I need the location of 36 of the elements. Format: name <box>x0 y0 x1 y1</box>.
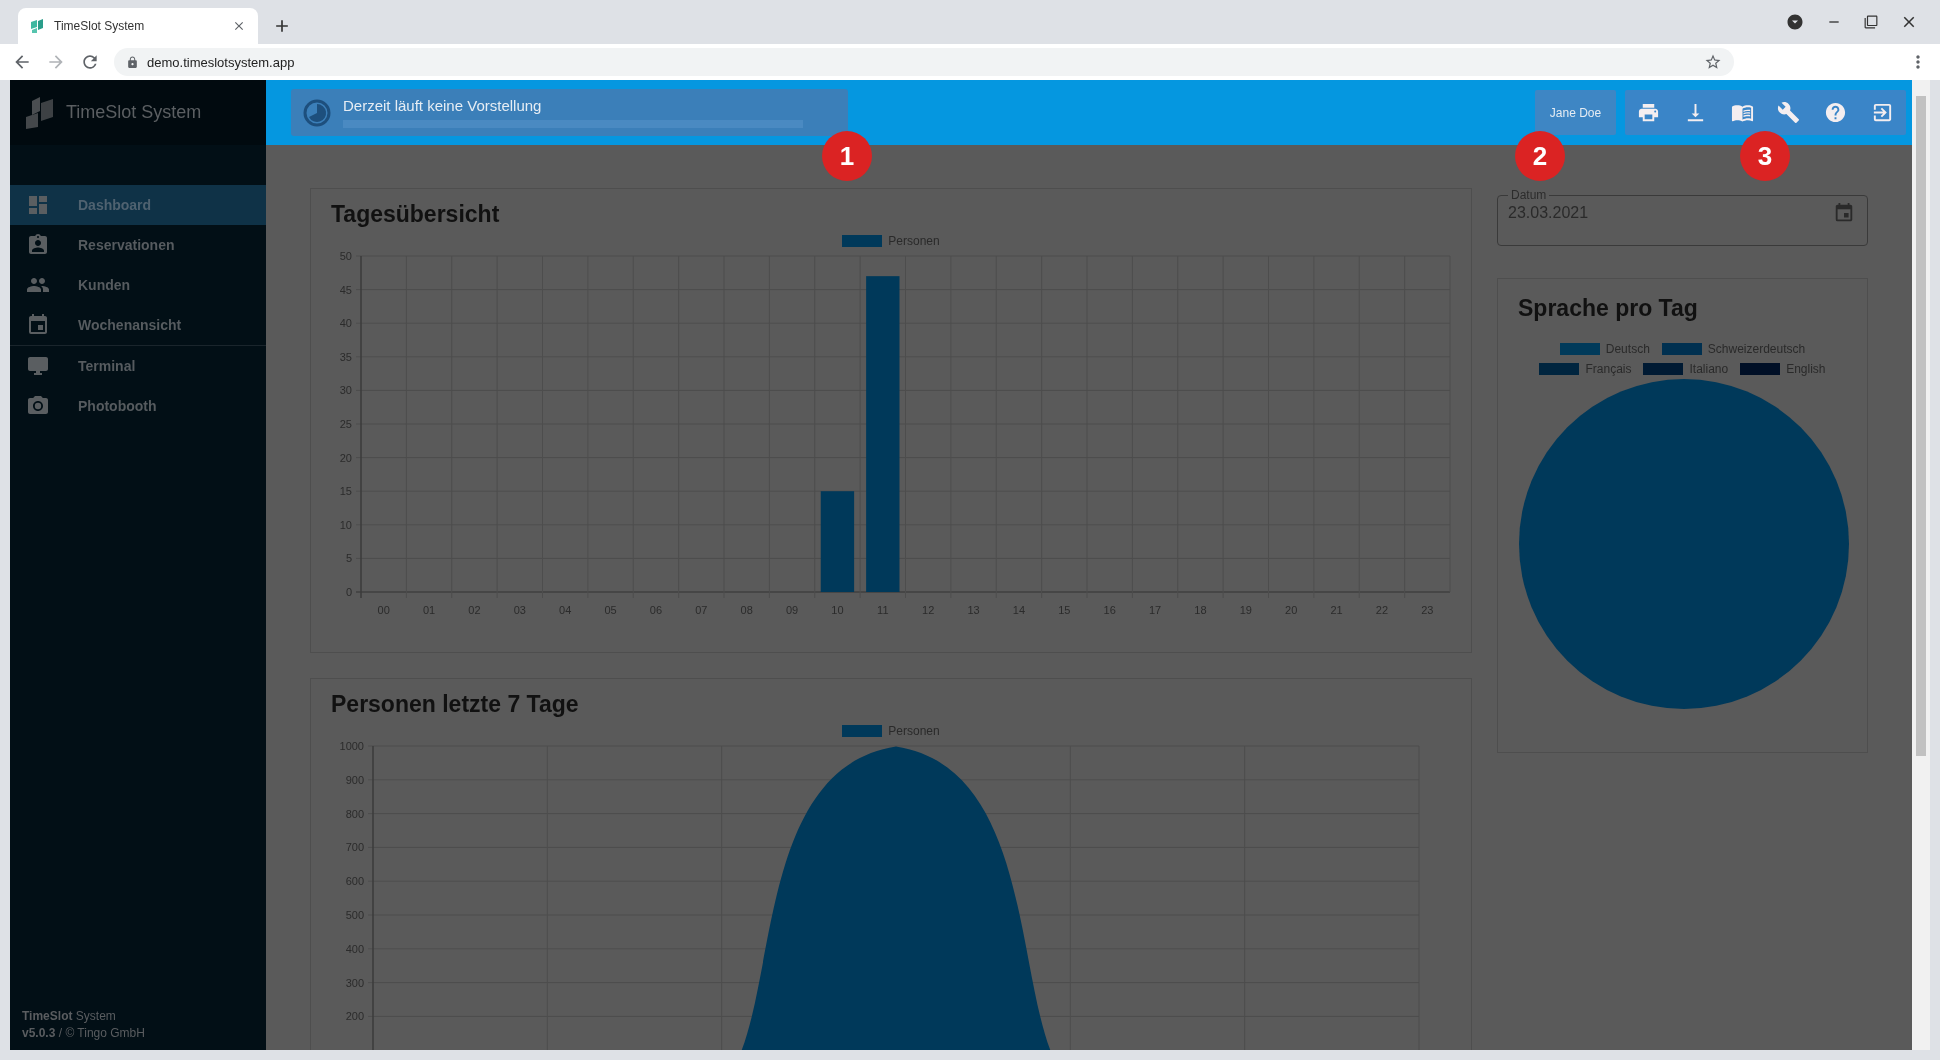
nav-item[interactable]: Kunden <box>10 265 266 305</box>
nav-icon <box>26 354 50 378</box>
card-title: Personen letzte 7 Tage <box>331 691 580 718</box>
dropdown-icon[interactable] <box>1786 13 1804 31</box>
scrollbar[interactable] <box>1912 80 1930 1050</box>
footer-text: TimeSlot System <box>22 1009 117 1023</box>
logo-icon <box>24 96 54 129</box>
tab-title: TimeSlot System <box>54 19 146 33</box>
nav-icon <box>26 233 50 257</box>
browser-tab[interactable]: TimeSlot System <box>18 8 258 44</box>
footer-text: v5.0.3 / © Tingo GmbH <box>22 1026 146 1040</box>
star-icon[interactable] <box>1704 53 1722 71</box>
nav-icon <box>26 193 50 217</box>
favicon-icon <box>30 19 44 33</box>
restore-icon[interactable] <box>1864 15 1878 29</box>
card-title: Sprache pro Tag <box>1518 295 1699 322</box>
close-icon[interactable] <box>232 19 246 33</box>
nav-item[interactable]: Reservationen <box>10 225 266 265</box>
status-text: Derzeit läuft keine Vorstellung <box>343 97 543 114</box>
nav-item[interactable]: Dashboard <box>10 185 266 225</box>
wrench-icon <box>1777 101 1801 124</box>
clock-icon <box>303 98 331 127</box>
app-name: TimeSlot System <box>66 102 202 123</box>
nav-item[interactable]: Wochenansicht <box>10 305 266 345</box>
nav-icon <box>26 313 50 337</box>
url-text: demo.timeslotsystem.app <box>147 54 296 70</box>
user-button[interactable]: Jane Doe <box>1535 90 1616 135</box>
help-icon <box>1824 101 1848 124</box>
nav-item[interactable]: Photobooth <box>10 386 266 426</box>
nav-item[interactable]: Terminal <box>10 346 266 386</box>
printer-icon <box>1636 101 1660 124</box>
card-title: Tagesübersicht <box>331 201 501 228</box>
address-field[interactable]: demo.timeslotsystem.app <box>114 48 1734 76</box>
calendar-icon[interactable] <box>1833 202 1855 224</box>
lock-icon <box>126 55 139 69</box>
reload-icon[interactable] <box>80 52 100 72</box>
